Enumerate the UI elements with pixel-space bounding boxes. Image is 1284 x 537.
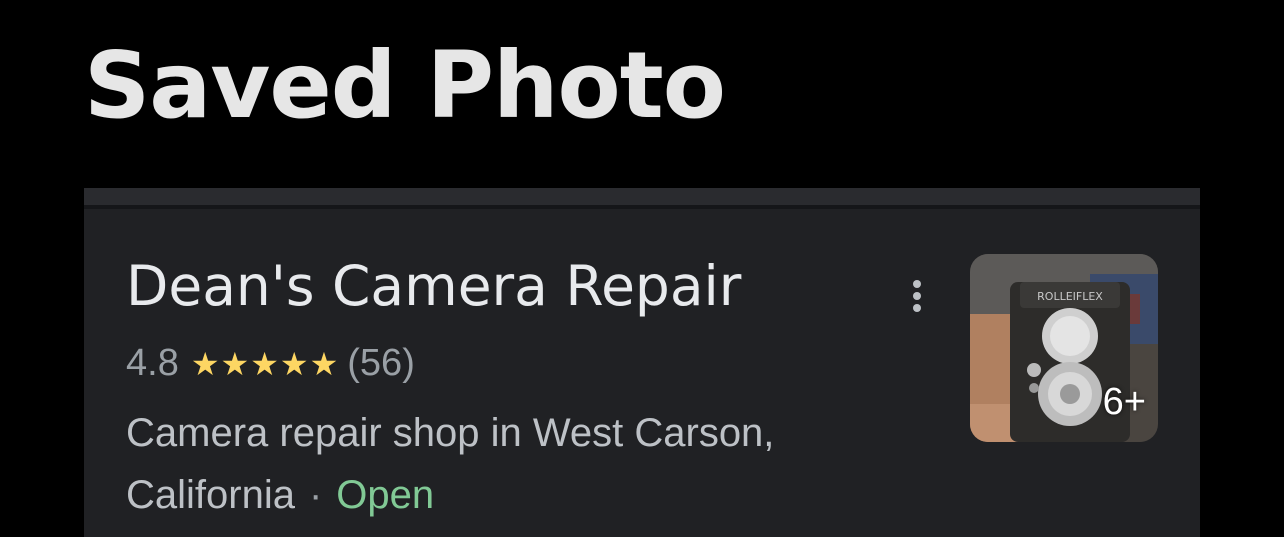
rating-row: 4.8 ★ ★ ★ ★ ★ (56) <box>126 342 415 385</box>
place-photo[interactable]: ROLLEIFLEX 6+ <box>970 254 1158 442</box>
card-top-bar <box>84 188 1200 205</box>
more-options-button[interactable] <box>902 274 932 318</box>
category-location: Camera repair shop in West Carson, Calif… <box>126 411 775 517</box>
star-icon: ★ <box>220 345 250 382</box>
place-description: Camera repair shop in West Carson, Calif… <box>126 402 886 526</box>
star-icon: ★ <box>279 345 309 382</box>
star-icon: ★ <box>250 345 279 382</box>
separator-dot: · <box>308 473 323 517</box>
place-card[interactable]: Dean's Camera Repair 4.8 ★ ★ ★ ★ ★ (56) … <box>84 188 1200 537</box>
place-name[interactable]: Dean's Camera Repair <box>126 254 741 318</box>
divider <box>84 205 1200 209</box>
rating-value: 4.8 <box>126 342 179 384</box>
camera-brand-label: ROLLEIFLEX <box>1037 290 1103 303</box>
more-vert-icon-dot <box>913 292 921 300</box>
star-icon: ★ <box>190 345 220 382</box>
star-rating: ★ ★ ★ ★ ★ <box>191 348 339 380</box>
open-status: Open <box>336 473 435 517</box>
page-title: Saved Photo <box>84 32 726 139</box>
more-vert-icon-dot <box>913 304 921 312</box>
photo-count-badge: 6+ <box>1102 381 1146 423</box>
star-icon: ★ <box>309 345 339 382</box>
more-vert-icon <box>913 280 921 288</box>
review-count[interactable]: (56) <box>347 342 415 385</box>
